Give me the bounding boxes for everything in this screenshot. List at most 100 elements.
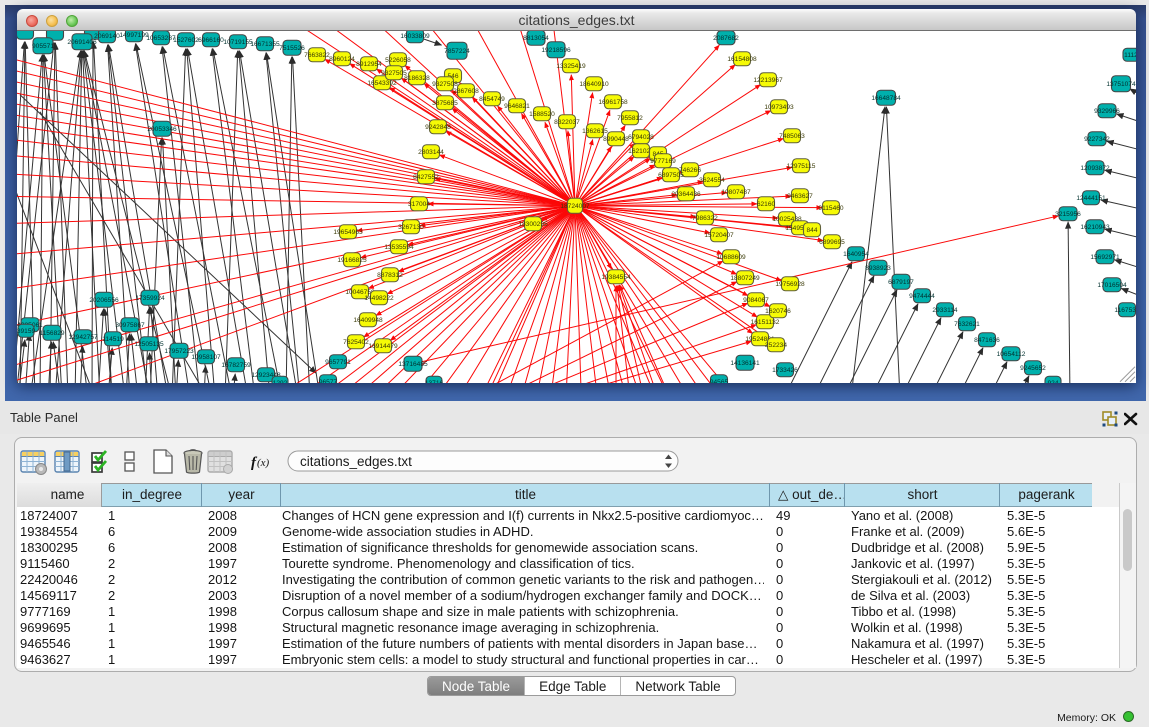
svg-text:16961758: 16961758 [598, 99, 628, 106]
svg-text:17957223: 17957223 [164, 348, 194, 355]
svg-text:16154808: 16154808 [727, 56, 757, 63]
svg-text:1527602: 1527602 [173, 37, 199, 44]
svg-text:16648784: 16648784 [871, 95, 901, 102]
svg-text:19218596: 19218596 [541, 47, 571, 54]
svg-text:16782759: 16782759 [221, 362, 251, 369]
svg-text:17359924: 17359924 [135, 295, 165, 302]
svg-text:9777169: 9777169 [650, 158, 676, 165]
svg-text:18300295: 18300295 [518, 221, 548, 228]
svg-text:15692971: 15692971 [1090, 254, 1120, 261]
svg-text:9646821: 9646821 [504, 103, 530, 110]
svg-text:1588520: 1588520 [529, 111, 555, 118]
svg-text:924: 924 [1047, 380, 1058, 383]
svg-text:10973493: 10973493 [764, 104, 794, 111]
svg-text:12213967: 12213967 [753, 77, 783, 84]
svg-text:16151132: 16151132 [751, 319, 780, 326]
svg-text:10719155: 10719155 [223, 39, 253, 46]
svg-text:19654963: 19654963 [333, 229, 363, 236]
svg-text:10653287: 10653287 [146, 35, 176, 42]
svg-text:9474444: 9474444 [909, 293, 935, 300]
svg-text:16409948: 16409948 [353, 317, 383, 324]
svg-text:7632621: 7632621 [954, 321, 980, 328]
svg-text:19166825: 19166825 [337, 257, 367, 264]
svg-text:844: 844 [806, 227, 817, 234]
svg-text:6879197: 6879197 [888, 279, 914, 286]
svg-text:9084067: 9084067 [743, 297, 769, 304]
svg-text:1640954: 1640954 [843, 251, 869, 258]
svg-text:2933114: 2933114 [932, 307, 958, 314]
svg-text:7986322: 7986322 [692, 215, 718, 222]
svg-text:1292: 1292 [273, 380, 288, 383]
svg-text:9329966: 9329966 [1094, 108, 1120, 115]
svg-text:8878312: 8878312 [377, 272, 403, 279]
svg-text:19756928: 19756928 [775, 281, 805, 288]
svg-text:7955812: 7955812 [617, 115, 643, 122]
svg-text:20053346: 20053346 [147, 126, 177, 133]
svg-text:9463627: 9463627 [787, 193, 813, 200]
svg-text:10807487: 10807487 [721, 189, 751, 196]
svg-text:8454749: 8454749 [479, 96, 505, 103]
svg-text:8990448: 8990448 [603, 136, 629, 143]
svg-text:citations_edges.txt: citations_edges.txt [300, 454, 412, 469]
svg-text:16210943: 16210943 [1080, 224, 1110, 231]
svg-text:6794028: 6794028 [628, 134, 654, 141]
svg-text:252234: 252234 [765, 342, 787, 349]
svg-text:5226058: 5226058 [385, 57, 411, 64]
svg-text:3267130: 3267130 [398, 224, 424, 231]
svg-text:1733426: 1733426 [772, 367, 798, 374]
svg-text:13716485: 13716485 [398, 361, 428, 368]
svg-text:2867608: 2867608 [453, 88, 479, 95]
svg-text:14136141: 14136141 [730, 360, 760, 367]
svg-text:2087682: 2087682 [713, 35, 739, 42]
svg-text:8427552: 8427552 [413, 174, 439, 181]
svg-text:8938923: 8938923 [865, 265, 891, 272]
svg-text:8912954: 8912954 [356, 61, 382, 68]
svg-text:7515526: 7515526 [279, 45, 305, 52]
svg-text:12444151: 12444151 [1076, 195, 1106, 202]
svg-text:18724007: 18724007 [560, 203, 590, 210]
svg-text:20206556: 20206556 [89, 297, 119, 304]
svg-text:3624554: 3624554 [699, 177, 725, 184]
svg-text:8471636: 8471636 [974, 337, 1000, 344]
svg-text:1112: 1112 [1124, 52, 1136, 59]
svg-text:18807249: 18807249 [730, 275, 760, 282]
svg-text:6897505: 6897505 [658, 172, 684, 179]
svg-text:16671355: 16671355 [250, 41, 280, 48]
svg-text:7857224: 7857224 [444, 48, 470, 55]
svg-text:9327508: 9327508 [432, 81, 458, 88]
svg-text:13716: 13716 [425, 380, 444, 383]
svg-text:12975115: 12975115 [787, 163, 816, 170]
svg-text:16543392: 16543392 [367, 80, 397, 87]
svg-text:2069140: 2069140 [94, 33, 120, 40]
svg-text:96577: 96577 [319, 379, 338, 383]
svg-text:30975867: 30975867 [115, 322, 145, 329]
svg-text:3215956: 3215956 [1055, 211, 1081, 218]
svg-text:1156829: 1156829 [39, 330, 65, 337]
svg-text:9657791: 9657791 [325, 359, 351, 366]
svg-text:12093872: 12093872 [1080, 165, 1110, 172]
svg-text:7485063: 7485063 [779, 133, 805, 140]
svg-text:1362615: 1362615 [582, 128, 608, 135]
svg-text:12942757: 12942757 [68, 334, 98, 341]
svg-text:10654112: 10654112 [997, 351, 1026, 358]
svg-text:8186328: 8186328 [404, 75, 430, 82]
svg-text:8322037: 8322037 [554, 119, 580, 126]
svg-text:13325419: 13325419 [556, 63, 586, 70]
svg-text:9245652: 9245652 [1020, 365, 1046, 372]
svg-text:62160: 62160 [757, 201, 776, 208]
svg-text:114519: 114519 [102, 336, 124, 343]
svg-text:13535594: 13535594 [384, 244, 414, 251]
svg-text:16914479: 16914479 [368, 343, 398, 350]
svg-text:15720407: 15720407 [704, 232, 734, 239]
svg-text:16033809: 16033809 [400, 33, 430, 40]
svg-text:20364436: 20364436 [671, 191, 701, 198]
svg-text:10958107: 10958107 [191, 354, 221, 361]
svg-text:9227342: 9227342 [1084, 136, 1110, 143]
svg-text:9115460: 9115460 [818, 205, 844, 212]
svg-text:3875685: 3875685 [432, 100, 458, 107]
svg-text:8813054: 8813054 [523, 35, 549, 42]
svg-text:10688609: 10688609 [716, 254, 746, 261]
svg-text:8960124: 8960124 [329, 56, 355, 63]
svg-text:12505135: 12505135 [134, 341, 164, 348]
svg-text:18640910: 18640910 [579, 81, 609, 88]
